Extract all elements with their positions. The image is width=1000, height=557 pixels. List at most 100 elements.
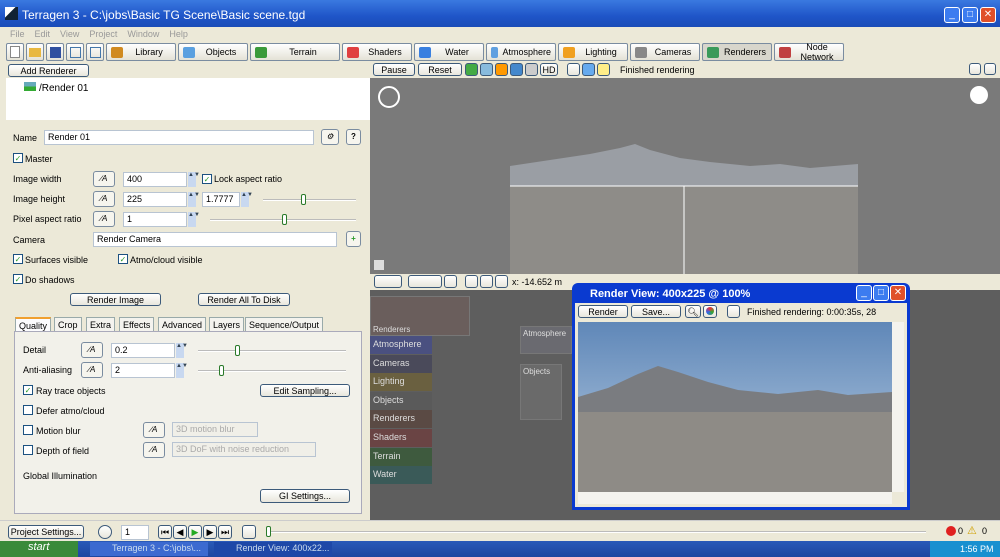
viewport-maximize-button[interactable]: [969, 63, 981, 75]
render-image-button[interactable]: Render Image: [70, 293, 161, 306]
render-view-close-button[interactable]: ✕: [890, 285, 906, 301]
node-category-terrain[interactable]: Terrain: [370, 447, 432, 466]
pause-button[interactable]: Pause: [373, 63, 415, 76]
gear-menu-button[interactable]: ⚙: [321, 129, 339, 145]
slider-thumb[interactable]: [301, 194, 306, 205]
settings-view-button[interactable]: [525, 63, 538, 76]
toolbar-tab-atmosphere[interactable]: Atmosphere: [486, 43, 556, 61]
first-frame-button[interactable]: ⏮: [158, 525, 172, 539]
anti-aliasing-slider[interactable]: [198, 365, 346, 376]
dof-mode-select[interactable]: 3D DoF with noise reduction: [172, 442, 316, 457]
surfaces-visible-checkbox[interactable]: ✓: [13, 254, 23, 264]
frame-button[interactable]: [480, 275, 493, 288]
refresh-button[interactable]: [444, 275, 457, 288]
add-renderer-button[interactable]: Add Renderer: [8, 64, 89, 77]
objects-group[interactable]: Objects: [520, 364, 562, 420]
detail-fx-button[interactable]: ∕A: [81, 342, 103, 358]
atmosphere-group[interactable]: Atmosphere: [520, 326, 572, 354]
atmo-visible-checkbox[interactable]: ✓: [118, 254, 128, 264]
eye-button[interactable]: [465, 275, 478, 288]
color-channels-button[interactable]: [703, 305, 717, 318]
dof-checkbox[interactable]: [23, 445, 33, 455]
image-height-spinner[interactable]: ▲▼: [188, 192, 200, 207]
menu-view[interactable]: View: [60, 27, 79, 41]
3d-viewport[interactable]: [370, 78, 1000, 274]
menu-window[interactable]: Window: [127, 27, 159, 41]
menu-edit[interactable]: Edit: [35, 27, 51, 41]
menu-file[interactable]: File: [10, 27, 25, 41]
last-frame-button[interactable]: ⏭: [218, 525, 232, 539]
pixel-aspect-slider[interactable]: [210, 214, 356, 225]
sun-position-icon[interactable]: [970, 86, 988, 104]
minimize-button[interactable]: _: [944, 7, 960, 23]
motion-blur-checkbox[interactable]: [23, 425, 33, 435]
toolbar-tab-node-network[interactable]: Node Network: [774, 42, 844, 62]
motion-blur-mode-select[interactable]: 3D motion blur: [172, 422, 258, 437]
taskbar-item-render-view[interactable]: Render View: 400x22...: [214, 542, 332, 556]
motion-blur-fx-button[interactable]: ∕A: [143, 422, 165, 438]
toolbar-tab-library[interactable]: Library: [106, 43, 176, 61]
node-category-atmosphere[interactable]: Atmosphere: [370, 336, 432, 354]
cloud-view-button[interactable]: [480, 63, 493, 76]
toolbar-tab-water[interactable]: Water: [414, 43, 484, 61]
image-width-spinner[interactable]: ▲▼: [188, 172, 200, 187]
anti-aliasing-input[interactable]: 2: [111, 363, 175, 378]
clock-button[interactable]: [98, 525, 112, 539]
next-frame-button[interactable]: ▶: [203, 525, 217, 539]
frame-input[interactable]: 1: [121, 525, 149, 540]
toolbar-tab-renderers[interactable]: Renderers: [702, 43, 772, 61]
viewport-close-button[interactable]: [984, 63, 996, 75]
tab-crop[interactable]: Crop: [54, 317, 82, 331]
render-canvas[interactable]: [578, 322, 892, 492]
vertical-scrollbar[interactable]: [892, 322, 904, 492]
hd-button[interactable]: HD: [540, 63, 558, 76]
node-category-shaders[interactable]: Shaders: [370, 429, 432, 447]
object-view-button[interactable]: [510, 63, 523, 76]
zoom-button[interactable]: 🔍︎: [685, 305, 701, 318]
slider-thumb[interactable]: [219, 365, 224, 376]
lock-aspect-checkbox[interactable]: ✓: [202, 174, 212, 184]
tab-sequence-output[interactable]: Sequence/Output: [245, 317, 324, 331]
do-shadows-checkbox[interactable]: ✓: [13, 274, 23, 284]
log-button[interactable]: [727, 305, 740, 318]
prev-frame-button[interactable]: ◀: [173, 525, 187, 539]
camera-input[interactable]: Render Camera: [93, 232, 337, 247]
sphere-view-button[interactable]: [465, 63, 478, 76]
image-height-input[interactable]: 225: [123, 192, 187, 207]
anti-aliasing-fx-button[interactable]: ∕A: [81, 362, 103, 378]
brush-button[interactable]: [567, 63, 580, 76]
keyframe-button[interactable]: [242, 525, 256, 539]
open-file-button[interactable]: [26, 43, 44, 61]
node-category-water[interactable]: Water: [370, 466, 432, 485]
crop-button[interactable]: [582, 63, 595, 76]
save-button[interactable]: Save...: [631, 305, 681, 318]
menu-project[interactable]: Project: [89, 27, 117, 41]
tab-effects[interactable]: Effects: [119, 317, 155, 331]
camera-options-button[interactable]: [408, 275, 442, 288]
camera-navigation-icon[interactable]: [378, 86, 400, 108]
timeline-slider[interactable]: [266, 526, 926, 537]
close-button[interactable]: ✕: [980, 7, 996, 23]
tree-item-render-01[interactable]: /Render 01: [24, 82, 88, 94]
reset-button[interactable]: Reset: [418, 63, 462, 76]
pixel-aspect-fx-button[interactable]: ∕A: [93, 211, 115, 227]
start-button[interactable]: start: [0, 541, 78, 557]
aspect-ratio-spinner[interactable]: ▲▼: [241, 192, 253, 207]
node-category-lighting[interactable]: Lighting: [370, 373, 432, 392]
toolbar-tab-lighting[interactable]: Lighting: [558, 43, 628, 61]
curve-button[interactable]: [495, 275, 508, 288]
menu-help[interactable]: Help: [169, 27, 188, 41]
view-3d-button[interactable]: [86, 43, 104, 61]
render-button[interactable]: Render: [578, 305, 628, 318]
node-category-renderers[interactable]: Renderers: [370, 410, 432, 429]
play-button[interactable]: ▶: [188, 525, 202, 539]
slider-thumb[interactable]: [282, 214, 287, 225]
defer-atmo-checkbox[interactable]: [23, 405, 33, 415]
image-height-fx-button[interactable]: ∕A: [93, 191, 115, 207]
taskbar-item-terragen[interactable]: Terragen 3 - C:\jobs\...: [90, 542, 208, 556]
toolbar-tab-cameras[interactable]: Cameras: [630, 43, 700, 61]
maximize-button[interactable]: □: [962, 7, 978, 23]
node-category-objects[interactable]: Objects: [370, 391, 432, 410]
render-all-to-disk-button[interactable]: Render All To Disk: [198, 293, 290, 306]
tab-layers[interactable]: Layers: [209, 317, 245, 331]
